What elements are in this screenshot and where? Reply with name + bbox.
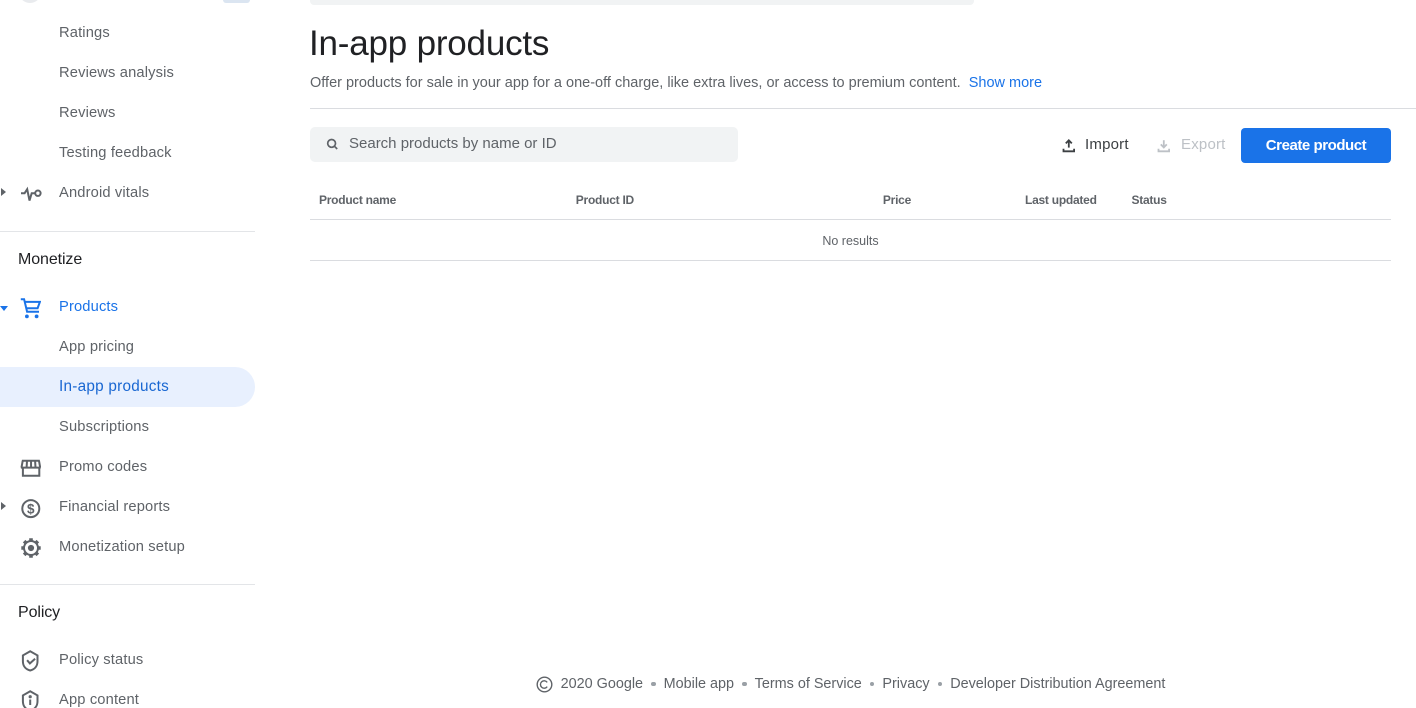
svg-text:$: $ <box>27 501 35 516</box>
